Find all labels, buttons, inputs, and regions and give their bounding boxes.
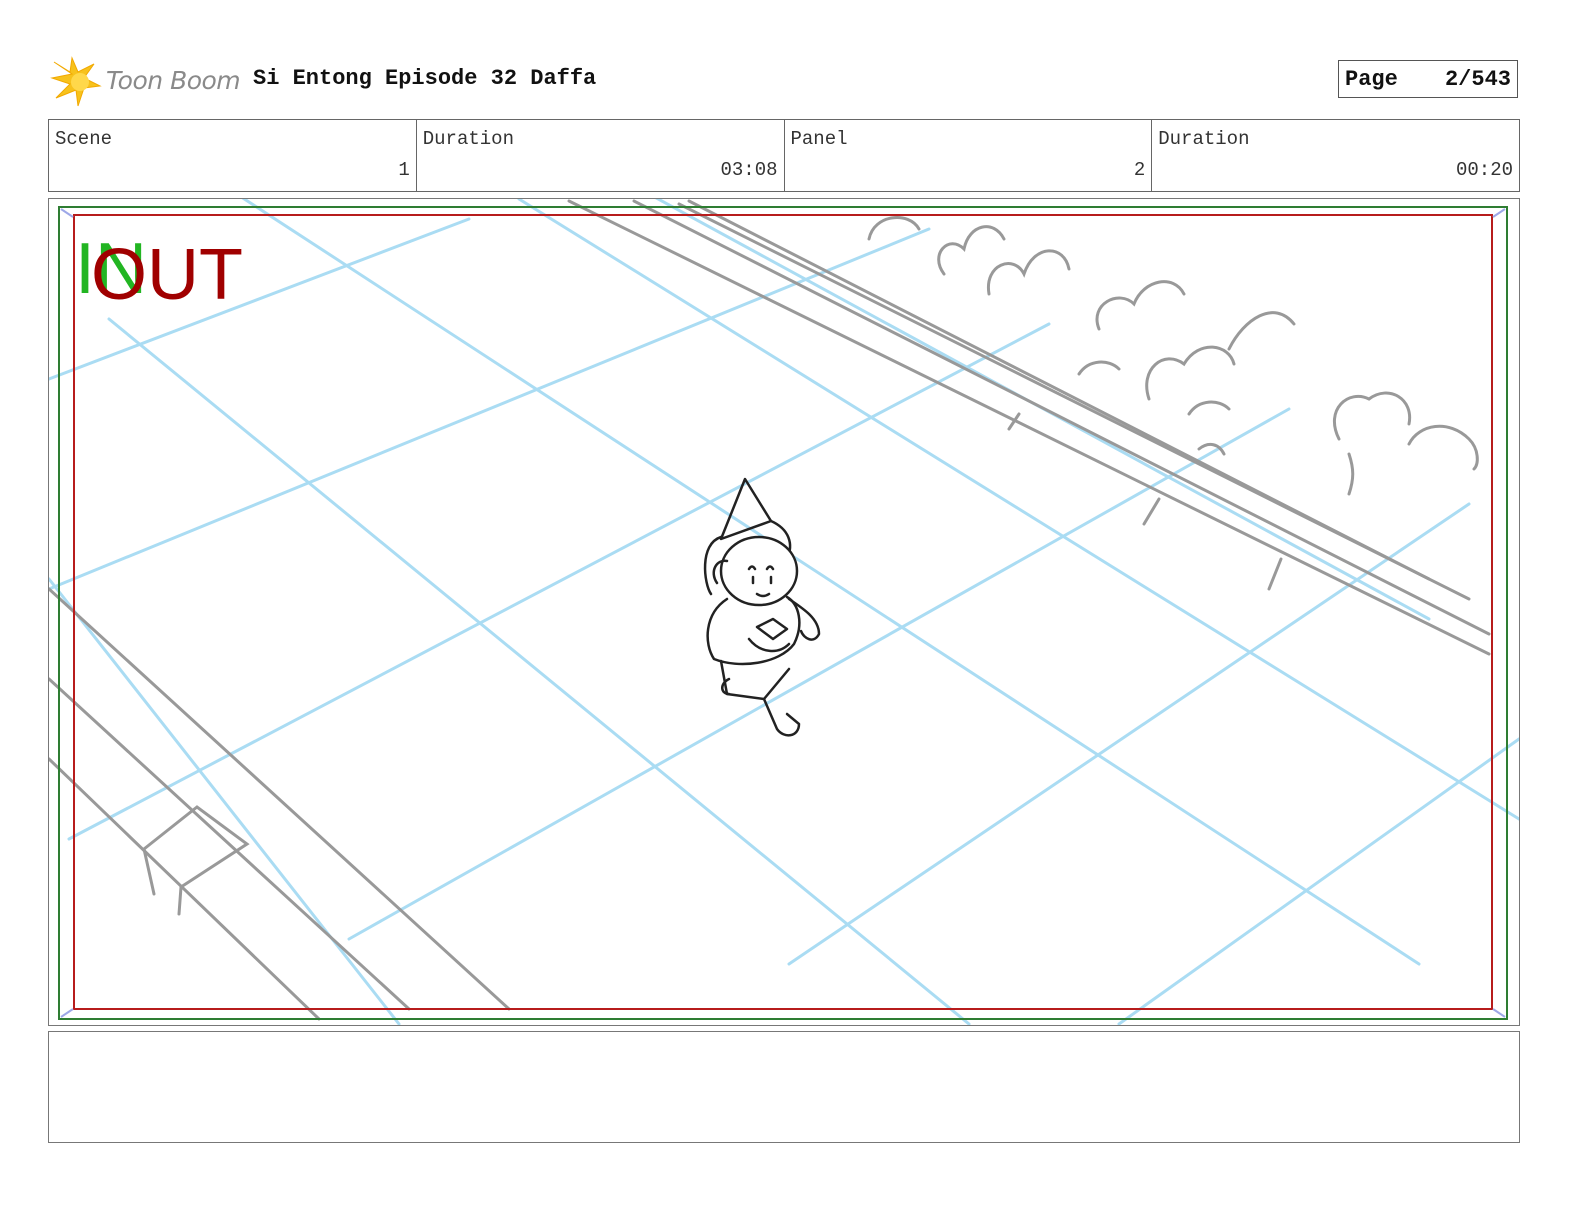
page-header: Toon Boom Si Entong Episode 32 Daffa Pag… bbox=[48, 52, 1520, 108]
panel-drawing: IN OUT bbox=[49, 199, 1519, 1025]
document-title: Si Entong Episode 32 Daffa bbox=[253, 66, 597, 91]
scene-label: Scene bbox=[55, 128, 113, 150]
scene-value: 1 bbox=[398, 159, 410, 181]
scene-duration-label: Duration bbox=[422, 128, 514, 150]
storyboard-panel: IN OUT bbox=[48, 198, 1520, 1026]
character-sketch bbox=[703, 477, 821, 737]
page-indicator: Page 2/543 bbox=[1338, 60, 1518, 98]
camera-frame bbox=[58, 206, 1508, 1020]
panel-notes bbox=[48, 1031, 1520, 1143]
page-number: 2/543 bbox=[1444, 67, 1511, 92]
frame-corner-marks bbox=[60, 208, 1506, 1018]
panel-label: Panel bbox=[790, 128, 848, 150]
out-marker: OUT bbox=[91, 235, 243, 315]
panel-duration-label: Duration bbox=[1158, 128, 1250, 150]
sidewalk-sketch bbox=[49, 199, 1491, 1021]
perspective-grid bbox=[49, 199, 1519, 1025]
panel-cell: Panel 2 bbox=[785, 120, 1153, 191]
scene-duration-cell: Duration 03:08 bbox=[417, 120, 785, 191]
safe-frame bbox=[73, 214, 1493, 1010]
panel-duration-value: 00:20 bbox=[1455, 159, 1513, 181]
scene-info-table: Scene 1 Duration 03:08 Panel 2 Duration … bbox=[48, 119, 1520, 192]
scene-duration-value: 03:08 bbox=[720, 159, 778, 181]
page-label: Page bbox=[1345, 67, 1398, 92]
panel-duration-cell: Duration 00:20 bbox=[1152, 120, 1519, 191]
toon-boom-logo-icon: Toon Boom bbox=[50, 56, 241, 108]
scene-cell: Scene 1 bbox=[49, 120, 417, 191]
panel-value: 2 bbox=[1133, 159, 1146, 181]
logo-text: Toon Boom bbox=[106, 66, 241, 95]
